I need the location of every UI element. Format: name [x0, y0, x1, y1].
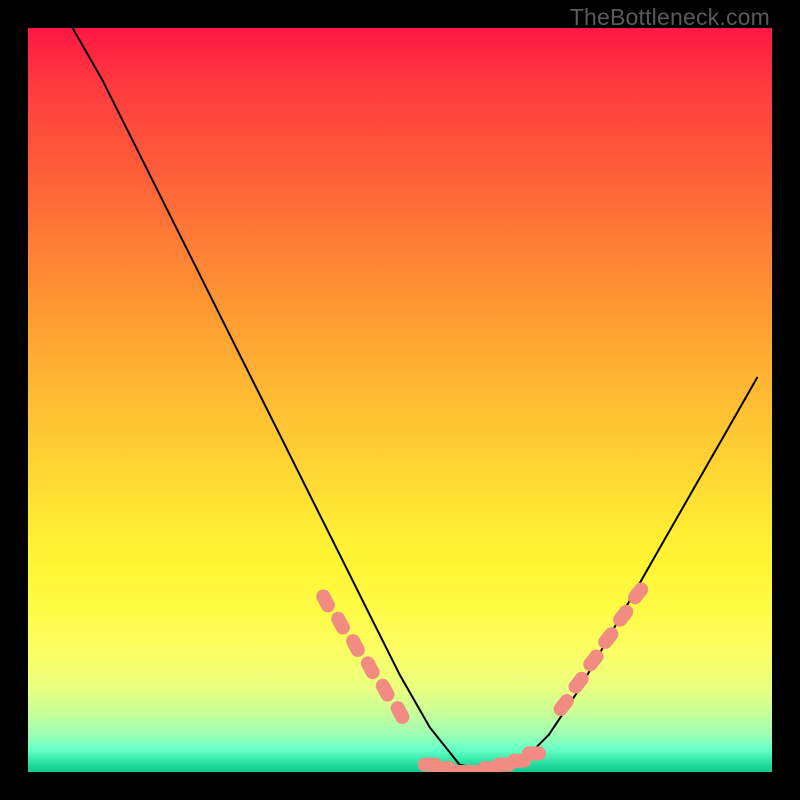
chart-frame: TheBottleneck.com [0, 0, 800, 800]
curve-marker [551, 691, 577, 719]
chart-overlay [28, 28, 772, 772]
curve-marker [344, 632, 368, 660]
curve-marker [373, 676, 397, 704]
curve-marker [314, 587, 338, 615]
curve-marker [358, 654, 382, 682]
curve-marker [610, 602, 636, 630]
curve-marker [329, 609, 353, 637]
curve-markers [314, 580, 651, 772]
curve-marker [522, 746, 546, 760]
watermark-text: TheBottleneck.com [570, 4, 770, 31]
curve-marker [388, 699, 412, 727]
curve-marker [595, 624, 621, 652]
plot-area [28, 28, 772, 772]
bottleneck-curve [73, 28, 758, 772]
curve-marker [580, 647, 606, 675]
